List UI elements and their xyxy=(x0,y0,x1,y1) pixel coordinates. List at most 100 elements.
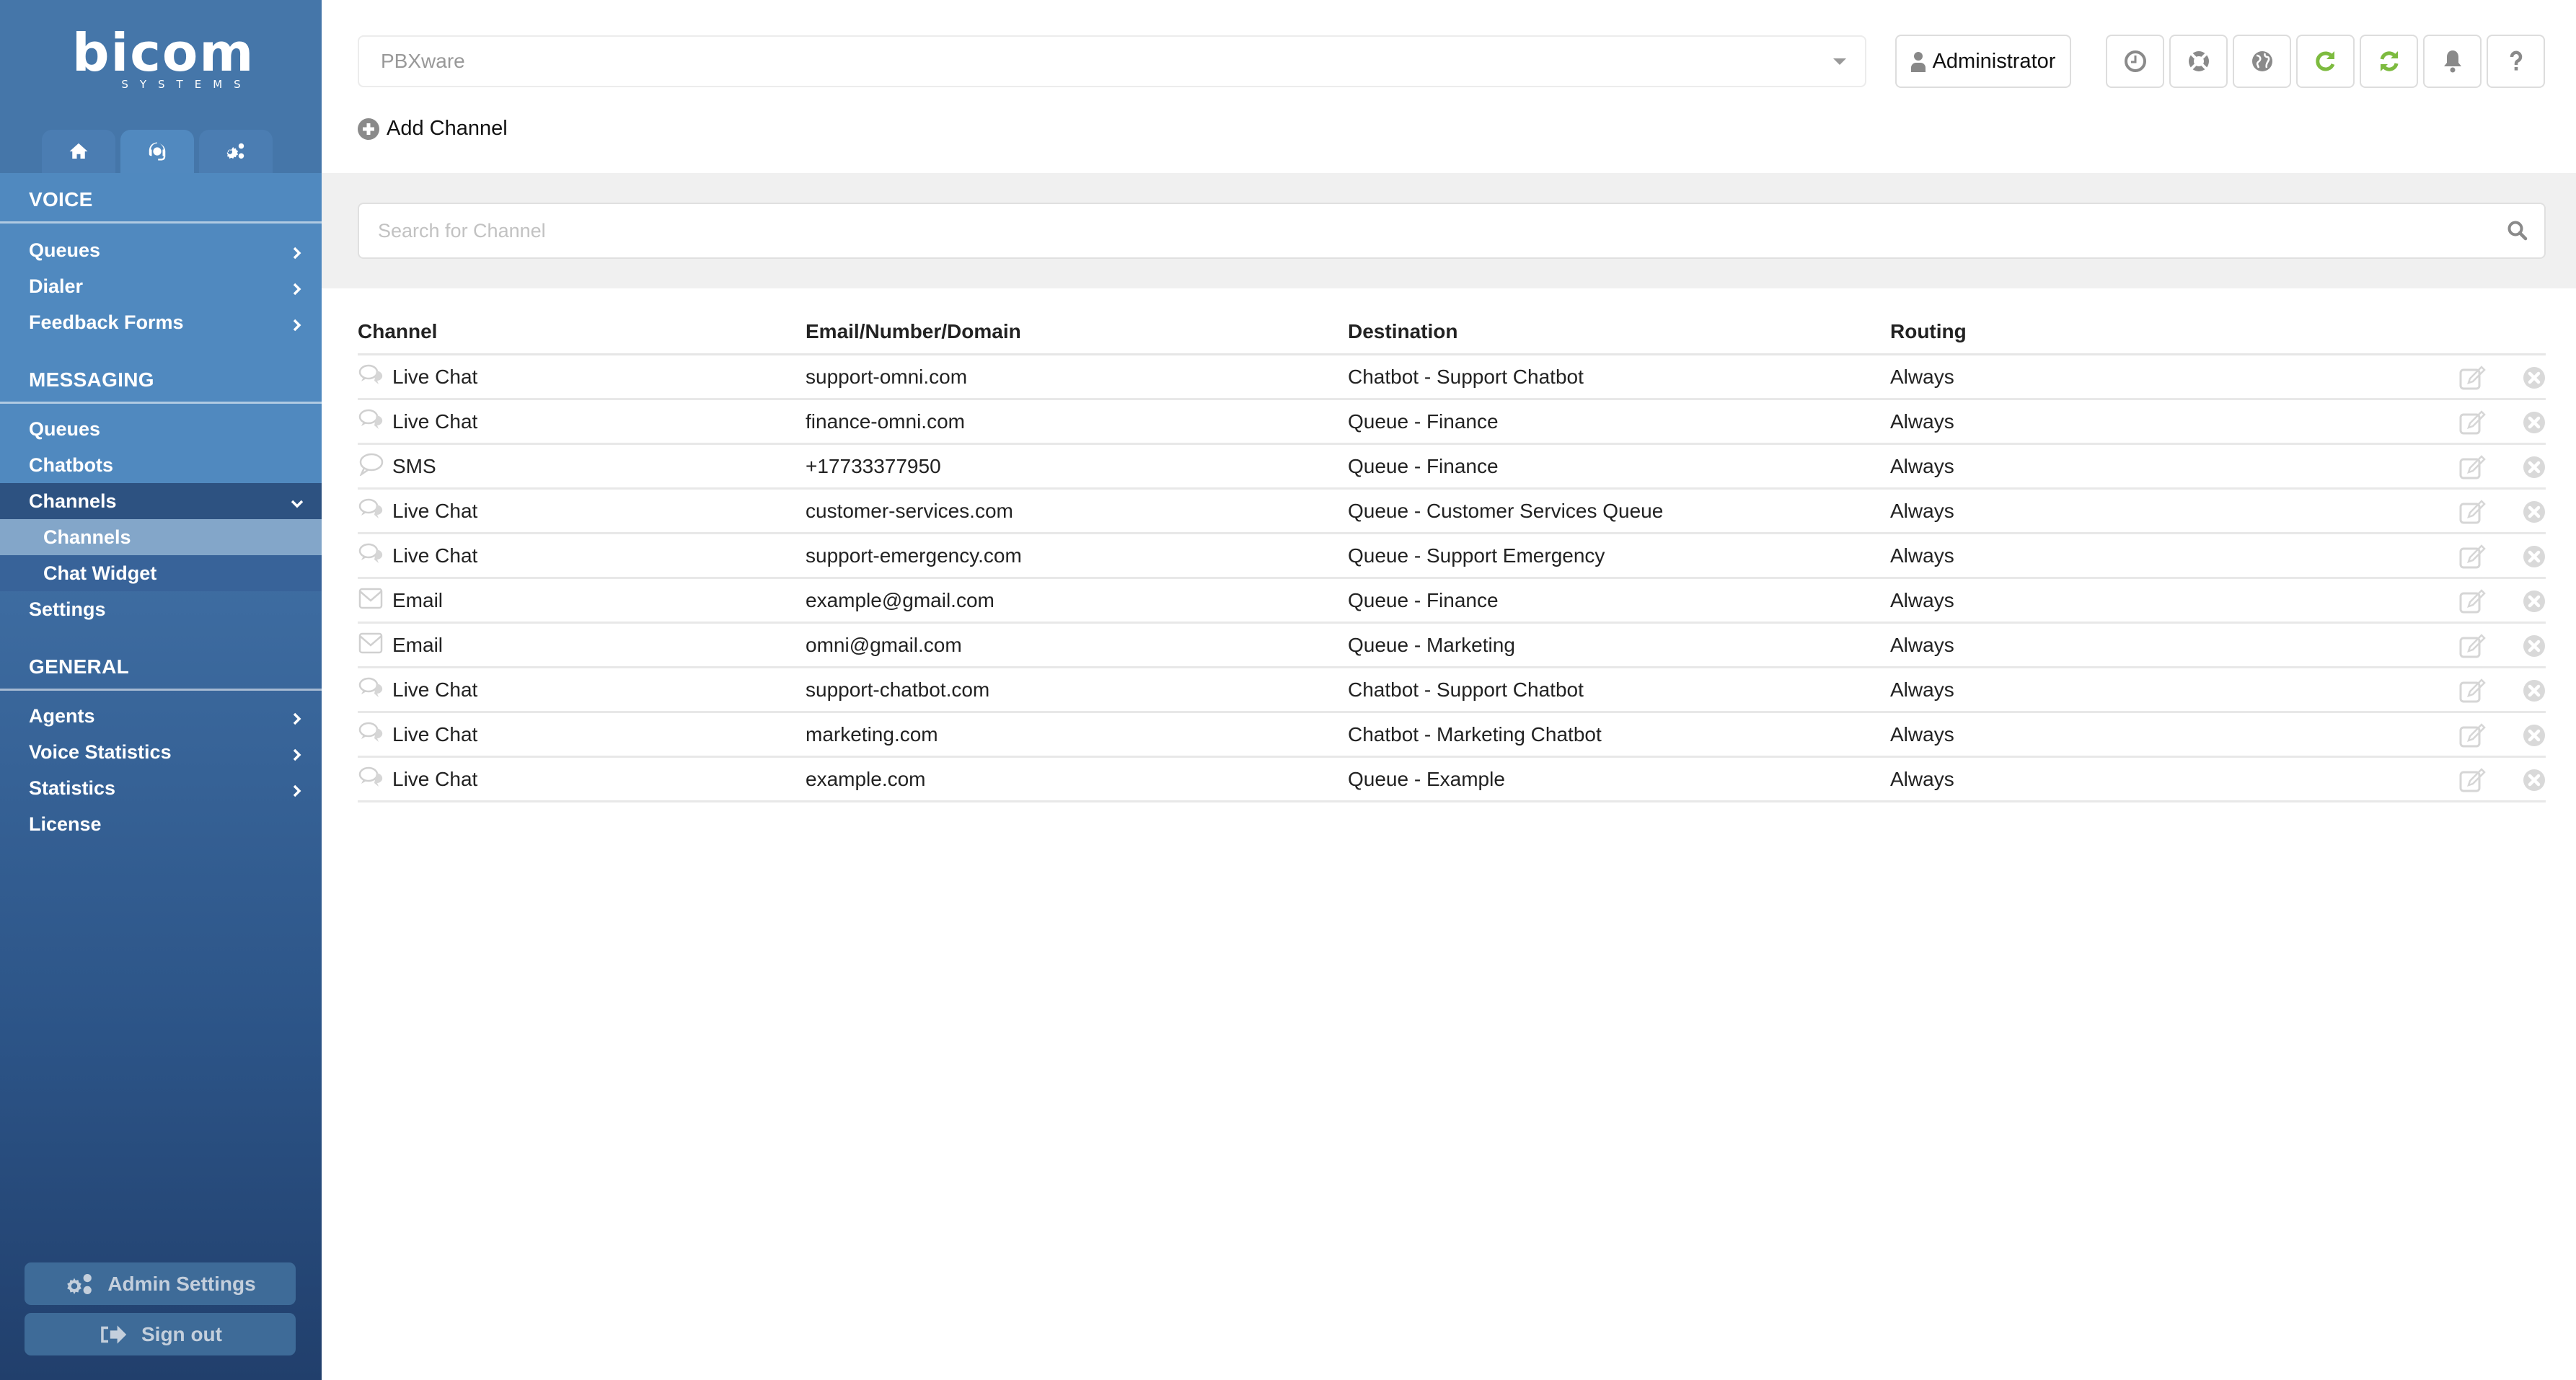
edit-icon[interactable] xyxy=(2459,366,2488,390)
delete-icon[interactable] xyxy=(2523,679,2546,702)
table-row[interactable]: Live Chat finance-omni.com Queue - Finan… xyxy=(358,400,2546,445)
delete-icon[interactable] xyxy=(2523,590,2546,613)
channels-submenu: Channels Chat Widget xyxy=(0,519,322,591)
tab-home[interactable] xyxy=(42,130,115,173)
language-button[interactable] xyxy=(2233,35,2291,88)
table-row[interactable]: Live Chat marketing.com Chatbot - Market… xyxy=(358,713,2546,758)
delete-icon[interactable] xyxy=(2523,634,2546,658)
user-menu-button[interactable]: Administrator xyxy=(1895,35,2071,88)
cell-address: +17733377950 xyxy=(806,454,941,477)
tab-settings[interactable] xyxy=(199,130,273,173)
help-button[interactable] xyxy=(2487,35,2545,88)
table-row[interactable]: Live Chat support-emergency.com Queue - … xyxy=(358,534,2546,579)
cell-channel: Live Chat xyxy=(392,767,478,790)
table-row[interactable]: Live Chat support-chatbot.com Chatbot - … xyxy=(358,668,2546,713)
header-toolbar xyxy=(2106,35,2545,88)
add-channel-button[interactable]: Add Channel xyxy=(358,117,508,141)
cell-destination: Queue - Finance xyxy=(1348,454,1499,477)
cell-destination: Chatbot - Marketing Chatbot xyxy=(1348,722,1602,746)
sync-button[interactable] xyxy=(2360,35,2418,88)
row-actions xyxy=(2459,500,2546,524)
cell-destination: Queue - Example xyxy=(1348,767,1505,790)
server-select-value: PBXware xyxy=(381,50,465,72)
headset-icon xyxy=(149,142,166,161)
sidebar-subitem-chat-widget[interactable]: Chat Widget xyxy=(0,555,322,591)
caret-down-icon xyxy=(1833,58,1846,65)
main-content: PBXware Administrator Add Channel Search… xyxy=(322,0,2576,1380)
sidebar-item-chatbots[interactable]: Chatbots xyxy=(0,447,322,483)
live-chat-icon xyxy=(358,409,383,429)
cell-destination: Queue - Finance xyxy=(1348,588,1499,611)
table-row[interactable]: Live Chat support-omni.com Chatbot - Sup… xyxy=(358,355,2546,400)
sidebar-item-voice-statistics[interactable]: Voice Statistics xyxy=(0,734,322,770)
column-header-channel[interactable]: Channel xyxy=(358,320,806,343)
sidebar-item-dialer[interactable]: Dialer xyxy=(0,268,322,304)
sidebar-item-channels[interactable]: Channels xyxy=(0,483,322,519)
sidebar-item-messaging-queues[interactable]: Queues xyxy=(0,411,322,447)
delete-icon[interactable] xyxy=(2523,366,2546,389)
admin-settings-button[interactable]: Admin Settings xyxy=(25,1262,296,1305)
sms-bubble-icon xyxy=(359,453,384,477)
search-input[interactable] xyxy=(378,219,2469,242)
column-header-destination[interactable]: Destination xyxy=(1348,320,1890,343)
cell-destination: Chatbot - Support Chatbot xyxy=(1348,678,1584,701)
delete-icon[interactable] xyxy=(2523,500,2546,523)
delete-icon[interactable] xyxy=(2523,769,2546,792)
home-icon xyxy=(69,143,88,159)
history-button[interactable] xyxy=(2106,35,2164,88)
column-header-address[interactable]: Email/Number/Domain xyxy=(806,320,1348,343)
table-row[interactable]: Email omni@gmail.com Queue - Marketing A… xyxy=(358,624,2546,668)
delete-icon[interactable] xyxy=(2523,724,2546,747)
edit-icon[interactable] xyxy=(2459,634,2488,658)
sign-out-button[interactable]: Sign out xyxy=(25,1313,296,1355)
edit-icon[interactable] xyxy=(2459,455,2488,479)
section-general: GENERAL xyxy=(0,640,322,691)
cell-address: support-emergency.com xyxy=(806,544,1022,567)
reload-button[interactable] xyxy=(2296,35,2355,88)
column-header-routing[interactable]: Routing xyxy=(1890,320,2323,343)
table-row[interactable]: Live Chat customer-services.com Queue - … xyxy=(358,490,2546,534)
delete-icon[interactable] xyxy=(2523,456,2546,479)
table-row[interactable]: Live Chat example.com Queue - Example Al… xyxy=(358,758,2546,802)
reload-icon xyxy=(2315,51,2334,71)
user-icon xyxy=(1910,52,1926,72)
lifebuoy-icon xyxy=(2188,51,2209,71)
sidebar-item-license[interactable]: License xyxy=(0,806,322,842)
chevron-right-icon xyxy=(290,315,304,332)
sidebar-subitem-channels[interactable]: Channels xyxy=(0,519,322,555)
cell-routing: Always xyxy=(1890,499,1954,522)
sidebar-item-voice-queues[interactable]: Queues xyxy=(0,232,322,268)
edit-icon[interactable] xyxy=(2459,723,2488,748)
edit-icon[interactable] xyxy=(2459,768,2488,792)
logo-area: bicom SYSTEMS xyxy=(0,0,322,173)
edit-icon[interactable] xyxy=(2459,678,2488,703)
cell-destination: Queue - Finance xyxy=(1348,410,1499,433)
sidebar-item-label: Queues xyxy=(29,417,101,440)
edit-icon[interactable] xyxy=(2459,410,2488,435)
server-select[interactable]: PBXware xyxy=(358,35,1866,87)
top-tabs xyxy=(42,130,273,173)
tab-omni-agent[interactable] xyxy=(120,130,194,173)
sidebar-footer: Admin Settings Sign out xyxy=(25,1262,296,1363)
cell-routing: Always xyxy=(1890,544,1954,567)
search-icon[interactable] xyxy=(2507,220,2528,242)
channels-table: Channel Email/Number/Domain Destination … xyxy=(358,310,2546,802)
sidebar-item-statistics[interactable]: Statistics xyxy=(0,770,322,806)
sidebar-item-agents[interactable]: Agents xyxy=(0,698,322,734)
delete-icon[interactable] xyxy=(2523,545,2546,568)
admin-settings-label: Admin Settings xyxy=(107,1272,256,1295)
edit-icon[interactable] xyxy=(2459,589,2488,614)
sidebar-item-settings[interactable]: Settings xyxy=(0,591,322,627)
sidebar-item-feedback-forms[interactable]: Feedback Forms xyxy=(0,304,322,340)
bicom-logo: bicom SYSTEMS xyxy=(72,27,253,92)
support-button[interactable] xyxy=(2169,35,2228,88)
row-actions xyxy=(2459,678,2546,703)
table-row[interactable]: Email example@gmail.com Queue - Finance … xyxy=(358,579,2546,624)
notifications-button[interactable] xyxy=(2423,35,2482,88)
search-box xyxy=(358,203,2546,259)
table-row[interactable]: SMS +17733377950 Queue - Finance Always xyxy=(358,445,2546,490)
delete-icon[interactable] xyxy=(2523,411,2546,434)
live-chat-icon xyxy=(358,766,383,787)
edit-icon[interactable] xyxy=(2459,544,2488,569)
edit-icon[interactable] xyxy=(2459,500,2488,524)
